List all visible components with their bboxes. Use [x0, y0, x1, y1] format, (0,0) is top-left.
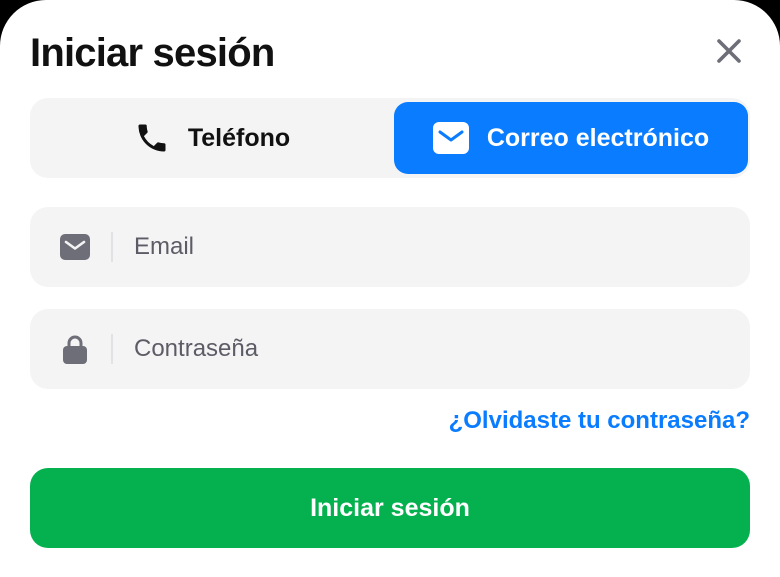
- tab-email[interactable]: Correo electrónico: [394, 102, 748, 174]
- tab-phone-label: Teléfono: [187, 123, 291, 152]
- password-input[interactable]: [134, 309, 724, 389]
- email-field[interactable]: [30, 207, 750, 287]
- lock-icon: [60, 333, 90, 365]
- tab-phone[interactable]: Teléfono: [34, 102, 390, 174]
- field-divider: [111, 334, 113, 364]
- close-button[interactable]: [710, 32, 748, 70]
- password-field[interactable]: [30, 309, 750, 389]
- login-button[interactable]: Iniciar sesión: [30, 468, 750, 548]
- phone-icon: [134, 120, 170, 156]
- login-button-label: Iniciar sesión: [310, 493, 470, 522]
- login-method-tabs: Teléfono Correo electrónico: [30, 98, 750, 178]
- tab-email-label: Correo electrónico: [486, 123, 710, 152]
- field-divider: [111, 232, 113, 262]
- envelope-icon: [432, 122, 469, 154]
- email-input[interactable]: [134, 207, 724, 287]
- envelope-icon: [60, 231, 90, 263]
- login-sheet: Iniciar sesión Teléfono Correo electróni…: [0, 0, 780, 577]
- forgot-password-link[interactable]: ¿Olvidaste tu contraseña?: [449, 404, 750, 438]
- close-icon: [717, 39, 741, 63]
- page-title: Iniciar sesión: [30, 31, 275, 75]
